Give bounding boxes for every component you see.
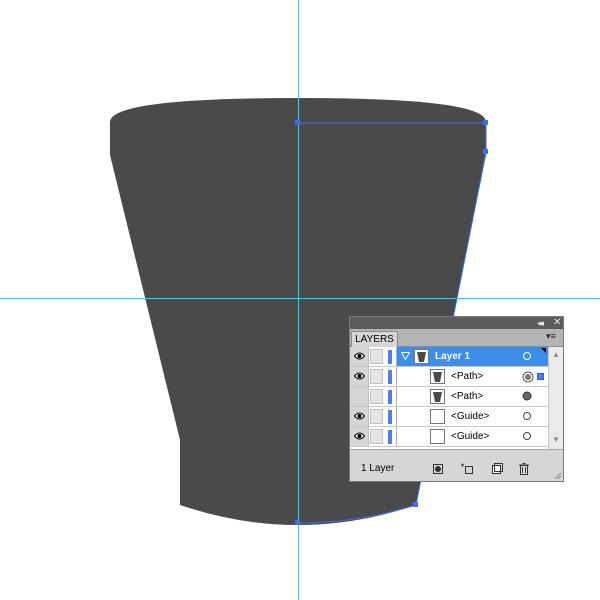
anchor-point[interactable] xyxy=(483,120,488,125)
make-clipping-mask-icon[interactable] xyxy=(432,463,444,475)
layer-name[interactable]: Layer 1 xyxy=(435,350,470,363)
delete-selection-icon[interactable] xyxy=(518,463,530,475)
path-thumbnail xyxy=(430,389,445,404)
lock-toggle[interactable] xyxy=(370,409,383,424)
selection-square-icon[interactable] xyxy=(537,373,544,380)
layer-color-bar xyxy=(388,410,392,424)
layer-row-guide[interactable]: <Guide> xyxy=(350,407,548,427)
target-circle-icon[interactable] xyxy=(522,351,532,361)
layer-color-bar xyxy=(388,350,392,364)
path-name[interactable]: <Path> xyxy=(451,370,483,383)
eye-icon xyxy=(354,432,365,440)
guide-name[interactable]: <Guide> xyxy=(451,430,489,443)
selected-corner-indicator xyxy=(541,348,546,353)
layer-row-path[interactable]: <Path> xyxy=(350,367,548,387)
create-sublayer-icon[interactable] xyxy=(460,463,474,475)
visibility-toggle[interactable] xyxy=(350,407,369,426)
tab-layers[interactable]: LAYERS xyxy=(351,331,398,347)
expand-triangle-icon[interactable] xyxy=(401,352,410,360)
scroll-down-arrow-icon[interactable]: ▼ xyxy=(552,435,560,444)
panel-menu-button[interactable]: ▾≡ xyxy=(546,331,556,342)
layer-list: Layer 1 <Path> <Path> <Guide> <Guide> xyxy=(350,347,548,449)
target-circle-icon[interactable] xyxy=(522,411,532,421)
path-name[interactable]: <Path> xyxy=(451,390,483,403)
layer-color-bar xyxy=(388,390,392,404)
cup-thumbnail-icon xyxy=(433,392,442,402)
layer-row-layer-1[interactable]: Layer 1 xyxy=(350,347,548,367)
guide-thumbnail xyxy=(430,429,445,444)
collapse-panel-button[interactable]: ◂◂ xyxy=(537,317,544,329)
lock-toggle[interactable] xyxy=(370,429,383,444)
row-divider xyxy=(396,427,397,446)
layer-thumbnail xyxy=(414,349,429,364)
guide-name[interactable]: <Guide> xyxy=(451,410,489,423)
guide-thumbnail xyxy=(430,409,445,424)
layer-count: 1 Layer xyxy=(361,463,395,474)
eye-icon xyxy=(354,412,365,420)
resize-grip-icon[interactable] xyxy=(554,472,562,480)
visibility-toggle[interactable] xyxy=(350,367,369,386)
row-divider xyxy=(396,387,397,406)
layer-list-scrollbar[interactable]: ▲ ▼ xyxy=(548,347,563,449)
lock-toggle[interactable] xyxy=(370,349,383,364)
target-selected-icon[interactable] xyxy=(522,371,534,383)
close-panel-button[interactable]: ✕ xyxy=(553,317,561,329)
cup-thumbnail-icon xyxy=(417,352,426,362)
layers-panel: ◂◂ ✕ LAYERS ▾≡ Layer 1 <Path> <Path> <Gu… xyxy=(349,316,564,482)
artboard-canvas[interactable] xyxy=(0,0,600,600)
cup-thumbnail-icon xyxy=(433,372,442,382)
layer-row-guide[interactable]: <Guide> xyxy=(350,427,548,447)
lock-toggle[interactable] xyxy=(370,369,383,384)
visibility-toggle[interactable] xyxy=(350,427,369,446)
eye-icon xyxy=(354,372,365,380)
anchor-point[interactable] xyxy=(413,502,418,507)
visibility-toggle[interactable] xyxy=(350,347,369,366)
path-thumbnail xyxy=(430,369,445,384)
visibility-toggle[interactable] xyxy=(350,387,369,406)
anchor-point[interactable] xyxy=(295,120,300,125)
row-divider xyxy=(396,367,397,386)
layer-color-bar xyxy=(388,370,392,384)
eye-icon xyxy=(354,352,365,360)
row-divider xyxy=(396,407,397,426)
anchor-point[interactable] xyxy=(483,149,488,154)
target-circle-icon[interactable] xyxy=(522,431,532,441)
create-new-layer-icon[interactable] xyxy=(491,463,503,475)
layer-row-path[interactable]: <Path> xyxy=(350,387,548,407)
anchor-point[interactable] xyxy=(295,520,300,525)
target-filled-icon[interactable] xyxy=(522,391,532,401)
panel-tabbar: LAYERS ▾≡ xyxy=(350,329,563,347)
layer-color-bar xyxy=(388,430,392,444)
scroll-up-arrow-icon[interactable]: ▲ xyxy=(552,350,560,359)
panel-titlebar[interactable]: ◂◂ ✕ xyxy=(350,317,563,329)
panel-footer: 1 Layer xyxy=(350,449,563,481)
lock-toggle[interactable] xyxy=(370,389,383,404)
